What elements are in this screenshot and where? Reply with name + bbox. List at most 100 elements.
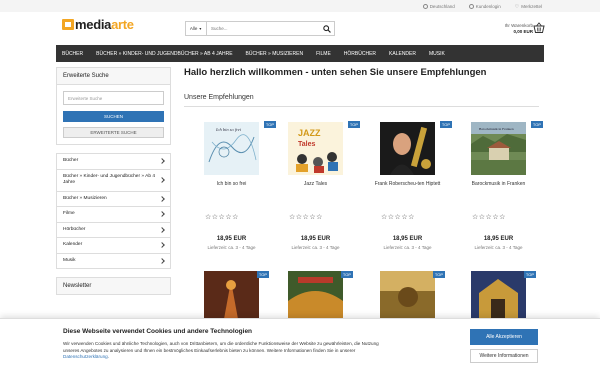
product-card[interactable]: JAZZ Tales TOP Jazz Tales ☆☆☆☆☆ 18,95 EU…	[278, 121, 363, 263]
newsletter-title: Newsletter	[57, 278, 170, 294]
chevron-right-icon	[159, 226, 165, 233]
search-bar: Alle ▼	[185, 21, 335, 36]
search-category-select[interactable]: Alle ▼	[186, 22, 207, 35]
category-list: Bücher Bücher » Kinder- und Jugendbücher…	[56, 153, 171, 269]
page: Deutschland Kundenlogin ♡ Merkzettel medi…	[0, 0, 600, 375]
logo[interactable]: media arte	[62, 17, 134, 32]
chevron-right-icon	[159, 177, 165, 183]
top-badge: TOP	[523, 271, 536, 278]
product-card[interactable]: TOP Frank Roberscheu-ten Hiptett ☆☆☆☆☆ 1…	[370, 121, 455, 263]
country-selector[interactable]: Deutschland	[422, 4, 455, 9]
sidebar-item-musizieren[interactable]: Bücher » Musizieren	[57, 192, 170, 207]
section-title: Unsere Empfehlungen	[184, 94, 539, 107]
top-badge: TOP	[347, 121, 360, 128]
rating-stars: ☆☆☆☆☆	[381, 214, 415, 221]
user-icon	[468, 4, 474, 9]
search-icon	[323, 24, 331, 33]
main-nav: BÜCHER BÜCHER » KINDER- UND JUGENDBÜCHER…	[56, 45, 544, 62]
nav-item-filme[interactable]: FILME	[316, 51, 331, 57]
chevron-right-icon	[159, 211, 165, 218]
nav-item-kalender[interactable]: KALENDER	[389, 51, 416, 57]
svg-text:Barockmusik in Franken: Barockmusik in Franken	[479, 127, 514, 131]
product-image[interactable]: JAZZ Tales	[288, 122, 343, 175]
nav-item-musizieren[interactable]: BÜCHER » MUSIZIEREN	[246, 51, 304, 57]
sidebar-item-musik[interactable]: Musik	[57, 254, 170, 269]
globe-icon	[422, 4, 428, 9]
advanced-search-title: Erweiterte Suche	[57, 68, 170, 85]
top-bar: Deutschland Kundenlogin ♡ Merkzettel	[0, 0, 600, 12]
search-button[interactable]	[320, 22, 334, 35]
page-title: Hallo herzlich willkommen - unten sehen …	[184, 67, 487, 78]
sidebar: Erweiterte Suche Erweiterte Suche SUCHEN…	[56, 67, 171, 303]
product-name[interactable]: Ich bin so frei	[194, 181, 269, 188]
cookie-text: Wir verwenden Cookies und ähnliche Techn…	[63, 341, 379, 360]
logo-mark-icon	[62, 19, 74, 30]
product-price: 18,95 EUR	[216, 236, 247, 242]
product-image[interactable]: Ich bin so frei	[204, 122, 259, 175]
product-cover	[204, 271, 259, 319]
nav-item-hoerbuecher[interactable]: HÖRBÜCHER	[344, 51, 376, 57]
svg-text:Tales: Tales	[298, 141, 315, 148]
product-image[interactable]: TOP	[288, 271, 353, 319]
rating-stars: ☆☆☆☆☆	[205, 214, 239, 221]
advanced-search-input[interactable]: Erweiterte Suche	[63, 91, 164, 105]
chevron-right-icon	[159, 195, 165, 202]
chevron-down-icon: ▼	[198, 26, 203, 31]
sidebar-item-hoerbuecher[interactable]: Hörbücher	[57, 223, 170, 238]
svg-text:Ich bin so frei: Ich bin so frei	[215, 127, 242, 132]
privacy-link[interactable]: Datenschutzerklärung	[63, 354, 108, 359]
main-content: Hallo herzlich willkommen - unten sehen …	[184, 67, 540, 107]
accept-all-button[interactable]: Alle Akzeptieren	[470, 329, 538, 345]
sidebar-item-kalender[interactable]: Kalender	[57, 238, 170, 254]
search-submit-button[interactable]: SUCHEN	[63, 111, 164, 122]
product-card[interactable]: Ich bin so frei TOP Ich bin so frei ☆☆☆☆…	[194, 121, 279, 263]
product-cover	[380, 271, 435, 319]
product-image[interactable]: TOP	[471, 271, 536, 319]
sidebar-item-filme[interactable]: Filme	[57, 207, 170, 223]
top-badge: TOP	[432, 271, 445, 278]
delivery-time: Lieferzeit: ca. 3 - 4 Tage	[291, 245, 340, 250]
chevron-right-icon	[159, 242, 165, 249]
product-name[interactable]: Barockmusik in Franken	[461, 181, 536, 188]
cookie-banner: Diese Webseite verwendet Cookies und and…	[0, 318, 600, 375]
sidebar-item-buecher[interactable]: Bücher	[57, 154, 170, 170]
product-name[interactable]: Frank Roberscheu-ten Hiptett	[370, 181, 445, 188]
top-badge: TOP	[340, 271, 353, 278]
nav-item-kinderbuecher[interactable]: BÜCHER » KINDER- UND JUGENDBÜCHER » AB 4…	[96, 51, 232, 57]
cookie-title: Diese Webseite verwendet Cookies und and…	[63, 328, 253, 335]
more-info-button[interactable]: Weitere Informationen	[470, 349, 538, 363]
search-input[interactable]	[207, 26, 320, 31]
svg-text:JAZZ: JAZZ	[298, 128, 321, 138]
nav-item-musik[interactable]: MUSIK	[429, 51, 445, 57]
product-image[interactable]	[380, 122, 435, 175]
product-image[interactable]: Barockmusik in Franken	[471, 122, 526, 175]
basket-icon[interactable]	[533, 22, 545, 34]
chevron-right-icon	[159, 158, 165, 165]
delivery-time: Lieferzeit: ca. 3 - 4 Tage	[474, 245, 523, 250]
product-image[interactable]: TOP	[204, 271, 269, 319]
top-badge: TOP	[530, 121, 543, 128]
heart-icon: ♡	[514, 3, 520, 10]
top-badge: TOP	[263, 121, 276, 128]
product-cover	[288, 271, 343, 319]
delivery-time: Lieferzeit: ca. 3 - 4 Tage	[207, 245, 256, 250]
account-link[interactable]: Kundenlogin	[468, 4, 501, 9]
rating-stars: ☆☆☆☆☆	[289, 214, 323, 221]
chevron-right-icon	[159, 257, 165, 264]
top-badge: TOP	[256, 271, 269, 278]
advanced-search-button[interactable]: ERWEITERTE SUCHE	[63, 127, 164, 138]
advanced-search-box: Erweiterte Suche Erweiterte Suche SUCHEN…	[56, 67, 171, 145]
product-price: 18,95 EUR	[300, 236, 331, 242]
cart-summary[interactable]: Ihr Warenkorb 0,00 EUR	[505, 23, 533, 35]
product-price: 18,95 EUR	[392, 236, 423, 242]
top-badge: TOP	[439, 121, 452, 128]
product-name[interactable]: Jazz Tales	[278, 181, 353, 188]
wishlist-link[interactable]: ♡ Merkzettel	[515, 4, 542, 10]
sidebar-item-kinderbuecher[interactable]: Bücher » Kinder- und Jugendbücher » Ab 4…	[57, 170, 170, 192]
product-image[interactable]: TOP	[380, 271, 445, 319]
nav-item-buecher[interactable]: BÜCHER	[62, 51, 83, 57]
newsletter-box: Newsletter	[56, 277, 171, 295]
product-cover	[471, 271, 526, 319]
product-card[interactable]: Barockmusik in Franken TOP Barockmusik i…	[461, 121, 546, 263]
product-price: 18,95 EUR	[483, 236, 514, 242]
